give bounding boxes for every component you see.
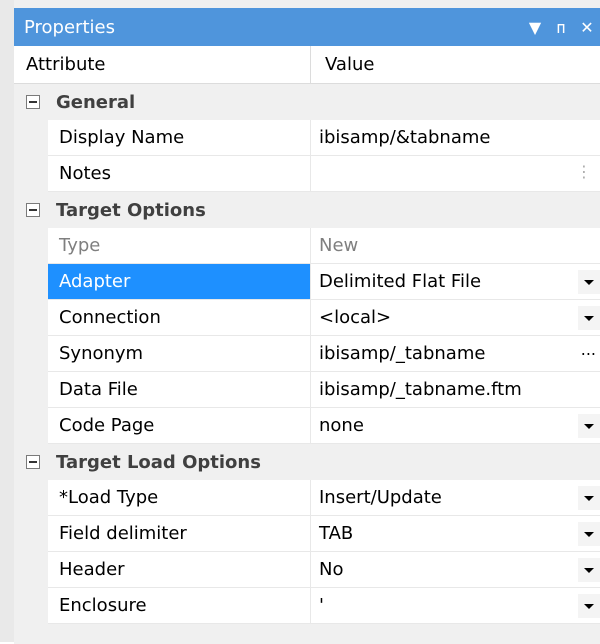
window-top-strip: [0, 0, 600, 8]
code-page-select[interactable]: none: [311, 408, 600, 444]
property-row-connection[interactable]: Connection <local>: [14, 300, 600, 336]
property-row-display-name[interactable]: Display Name ibisamp/&tabname: [14, 120, 600, 156]
chevron-down-icon[interactable]: ▼: [522, 18, 548, 37]
property-name: Enclosure: [48, 588, 311, 624]
grid-bottom-strip: [14, 624, 600, 644]
pin-icon[interactable]: ᴨ: [548, 18, 574, 37]
synonym-field[interactable]: ibisamp/_tabname ...: [311, 336, 600, 372]
property-name[interactable]: Adapter: [48, 264, 311, 300]
type-value: New: [311, 228, 600, 264]
collapse-toggle-icon[interactable]: [26, 95, 40, 109]
property-row-type: Type New: [14, 228, 600, 264]
property-row-notes[interactable]: Notes ⋮: [14, 156, 600, 192]
close-icon[interactable]: ✕: [574, 18, 600, 37]
collapse-toggle-icon[interactable]: [26, 455, 40, 469]
display-name-field[interactable]: ibisamp/&tabname: [311, 120, 600, 156]
property-name: Type: [48, 228, 311, 264]
property-row-enclosure[interactable]: Enclosure ': [14, 588, 600, 624]
property-name: Display Name: [48, 120, 311, 156]
notes-field[interactable]: ⋮: [311, 156, 600, 192]
enclosure-select[interactable]: ': [311, 588, 600, 624]
load-type-select[interactable]: Insert/Update: [311, 480, 600, 516]
header-value: No: [319, 559, 344, 580]
dropdown-arrow-icon[interactable]: [578, 522, 600, 546]
dropdown-arrow-icon[interactable]: [578, 270, 600, 294]
property-name: Synonym: [48, 336, 311, 372]
field-delimiter-select[interactable]: TAB: [311, 516, 600, 552]
data-file-field[interactable]: ibisamp/_tabname.ftm: [311, 372, 600, 408]
category-target-load-options: Target Load Options: [14, 444, 600, 480]
property-row-load-type[interactable]: *Load Type Insert/Update: [14, 480, 600, 516]
dropdown-arrow-icon[interactable]: [578, 558, 600, 582]
collapse-toggle-icon[interactable]: [26, 203, 40, 217]
property-name: *Load Type: [48, 480, 311, 516]
category-label: General: [56, 91, 136, 113]
property-row-adapter[interactable]: Adapter Delimited Flat File: [14, 264, 600, 300]
property-row-data-file[interactable]: Data File ibisamp/_tabname.ftm: [14, 372, 600, 408]
adapter-value: Delimited Flat File: [319, 271, 482, 292]
property-name: Code Page: [48, 408, 311, 444]
value-column-header[interactable]: Value: [311, 46, 600, 83]
category-target-options: Target Options: [14, 192, 600, 228]
property-row-code-page[interactable]: Code Page none: [14, 408, 600, 444]
field-delimiter-value: TAB: [319, 523, 354, 544]
synonym-value: ibisamp/_tabname: [319, 343, 486, 364]
category-general: General: [14, 84, 600, 120]
left-gutter: [0, 0, 14, 642]
more-options-icon[interactable]: ⋮: [576, 162, 592, 181]
enclosure-value: ': [319, 595, 324, 616]
connection-select[interactable]: <local>: [311, 300, 600, 336]
dropdown-arrow-icon[interactable]: [578, 594, 600, 618]
grid-header: Attribute Value: [14, 46, 600, 84]
dropdown-arrow-icon[interactable]: [578, 306, 600, 330]
dropdown-arrow-icon[interactable]: [578, 414, 600, 438]
dropdown-arrow-icon[interactable]: [578, 486, 600, 510]
adapter-select[interactable]: Delimited Flat File: [311, 264, 600, 300]
property-name: Field delimiter: [48, 516, 311, 552]
category-label: Target Options: [56, 199, 206, 221]
property-name: Data File: [48, 372, 311, 408]
property-row-field-delimiter[interactable]: Field delimiter TAB: [14, 516, 600, 552]
property-row-header[interactable]: Header No: [14, 552, 600, 588]
panel-title: Properties: [24, 16, 115, 38]
property-name: Header: [48, 552, 311, 588]
property-name: Connection: [48, 300, 311, 336]
header-select[interactable]: No: [311, 552, 600, 588]
browse-button[interactable]: ...: [581, 340, 596, 359]
panel-titlebar: Properties ▼ ᴨ ✕: [14, 8, 600, 46]
code-page-value: none: [319, 415, 364, 436]
connection-value: <local>: [319, 307, 392, 328]
category-label: Target Load Options: [56, 451, 261, 473]
property-name: Notes: [48, 156, 311, 192]
property-row-synonym[interactable]: Synonym ibisamp/_tabname ...: [14, 336, 600, 372]
properties-panel: Properties ▼ ᴨ ✕ Attribute Value General…: [14, 8, 600, 644]
load-type-value: Insert/Update: [319, 487, 442, 508]
attribute-column-header[interactable]: Attribute: [14, 46, 311, 83]
